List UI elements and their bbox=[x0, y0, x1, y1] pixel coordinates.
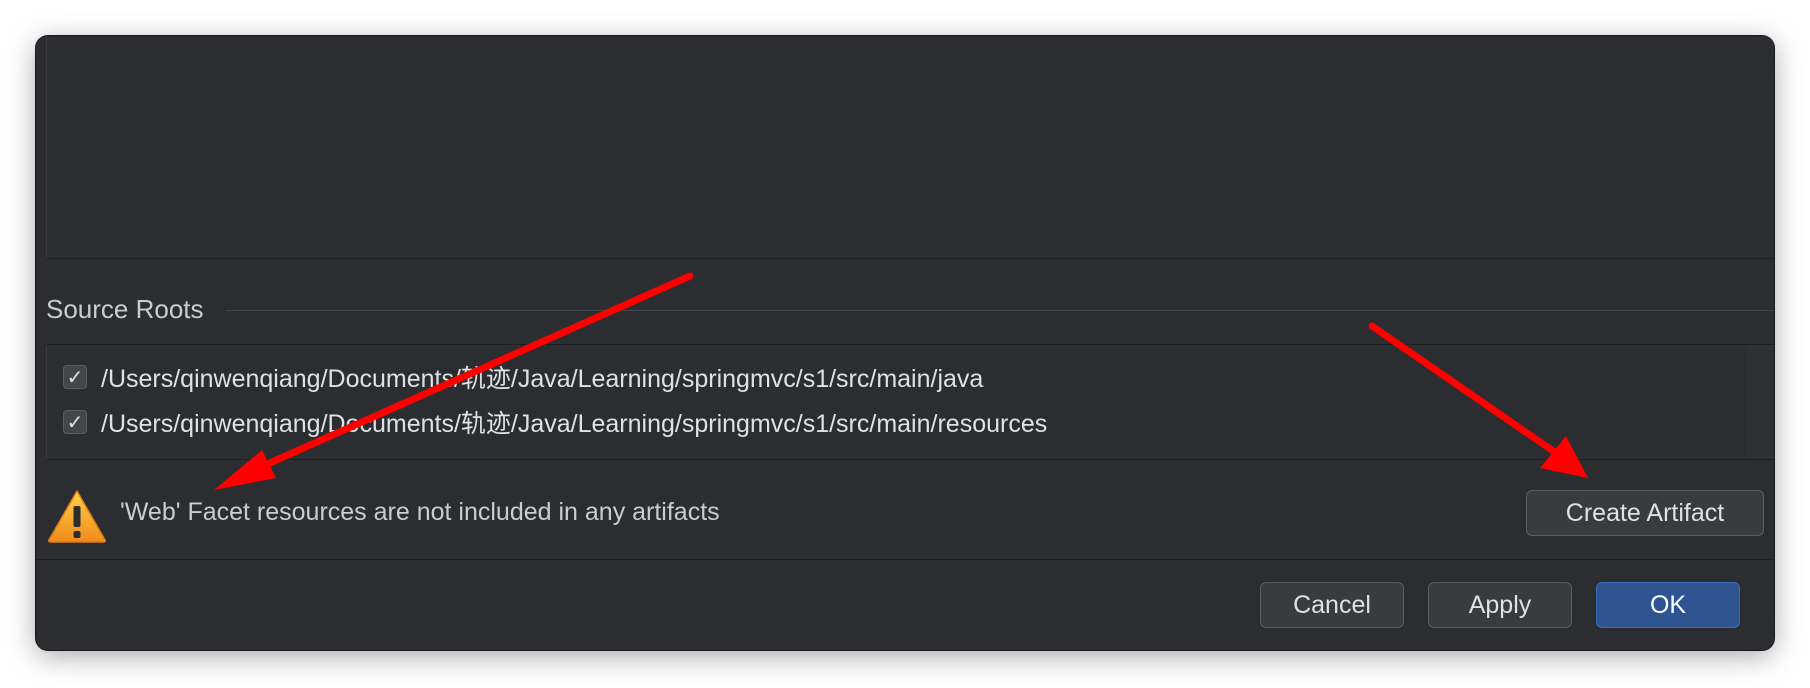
source-root-path: /Users/qinwenqiang/Documents/轨迹/Java/Lea… bbox=[101, 365, 984, 393]
source-root-path: /Users/qinwenqiang/Documents/轨迹/Java/Lea… bbox=[101, 410, 1048, 438]
list-scrollbar[interactable] bbox=[1747, 345, 1774, 459]
source-root-row[interactable]: ✓ /Users/qinwenqiang/Documents/轨迹/Java/L… bbox=[63, 357, 983, 397]
warning-icon bbox=[48, 490, 106, 543]
section-divider bbox=[226, 310, 1774, 311]
cancel-button[interactable]: Cancel bbox=[1260, 582, 1404, 628]
ok-button[interactable]: OK bbox=[1596, 582, 1740, 628]
source-root-checkbox[interactable]: ✓ bbox=[63, 410, 87, 434]
project-structure-dialog: Source Roots ✓ /Users/qinwenqiang/Docume… bbox=[36, 36, 1774, 650]
source-roots-title: Source Roots bbox=[46, 294, 204, 324]
source-root-checkbox[interactable]: ✓ bbox=[63, 365, 87, 389]
facet-details-panel bbox=[46, 36, 1774, 259]
create-artifact-button[interactable]: Create Artifact bbox=[1526, 490, 1764, 536]
source-roots-list: ✓ /Users/qinwenqiang/Documents/轨迹/Java/L… bbox=[46, 344, 1774, 460]
footer-divider bbox=[36, 559, 1774, 560]
apply-button[interactable]: Apply bbox=[1428, 582, 1572, 628]
source-root-row[interactable]: ✓ /Users/qinwenqiang/Documents/轨迹/Java/L… bbox=[63, 402, 1047, 442]
warning-message: 'Web' Facet resources are not included i… bbox=[120, 498, 720, 526]
